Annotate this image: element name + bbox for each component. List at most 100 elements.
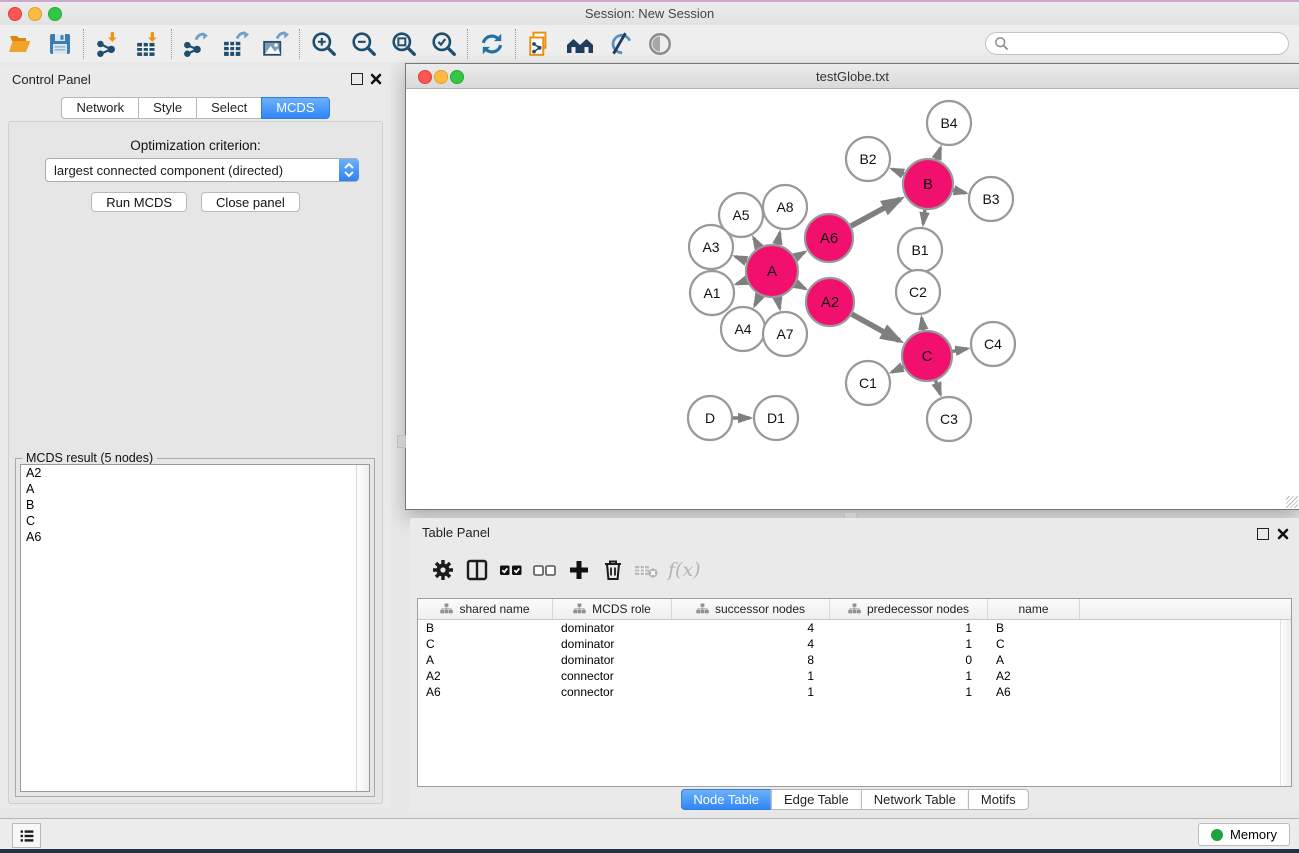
table-row[interactable]: A6connector11A6 [418,684,1291,700]
graph-node-B3[interactable]: B3 [969,177,1013,221]
network-canvas[interactable]: B4B2BB3A5A8A6B1A3AC2A1A2A4A7C4CC1C3DD1 [406,89,1299,509]
table-cell[interactable]: 0 [830,652,988,668]
table-row[interactable]: Adominator80A [418,652,1291,668]
graph-node-A2[interactable]: A2 [806,278,854,326]
table-cell[interactable]: B [418,620,553,636]
mcds-result-item[interactable]: A [21,481,369,497]
run-mcds-button[interactable]: Run MCDS [91,192,187,212]
table-cell[interactable]: dominator [553,636,672,652]
zoom-selected-button[interactable] [424,28,464,60]
table-cell[interactable]: dominator [553,620,672,636]
delete-table-button[interactable] [630,553,664,587]
table-cell[interactable]: A [988,652,1080,668]
graph-node-A3[interactable]: A3 [689,225,733,269]
open-session-button[interactable] [0,28,40,60]
show-columns-button[interactable] [460,553,494,587]
mcds-result-item[interactable]: A2 [21,465,369,481]
column-header[interactable]: predecessor nodes [830,599,988,619]
tab-style[interactable]: Style [138,97,196,119]
close-panel-icon[interactable] [370,73,382,85]
export-table-button[interactable] [216,28,256,60]
graph-edge-B-B3[interactable] [953,190,965,193]
save-session-button[interactable] [40,28,80,60]
clone-network-button[interactable] [520,28,560,60]
deselect-all-button[interactable] [528,553,562,587]
graph-edge-A-A7[interactable] [777,297,779,308]
graph-node-B4[interactable]: B4 [927,101,971,145]
graph-node-B2[interactable]: B2 [846,137,890,181]
tab-network[interactable]: Network [61,97,138,119]
graph-edge-A6-B[interactable] [851,199,900,226]
task-history-button[interactable] [12,823,41,848]
table-cell[interactable]: 8 [672,652,830,668]
graph-edge-B-B1[interactable] [923,210,925,224]
graph-edge-A-A4[interactable] [755,295,760,305]
optimization-criterion-select[interactable]: largest connected component (directed) [45,158,359,182]
memory-button[interactable]: Memory [1198,823,1290,846]
delete-column-button[interactable] [596,553,630,587]
graph-edge-A-A8[interactable] [777,233,779,245]
mcds-result-list[interactable]: A2ABCA6 [20,464,370,792]
close-panel-button[interactable]: Close panel [201,192,300,212]
table-cell[interactable]: 1 [830,620,988,636]
graph-node-A[interactable]: A [746,245,798,297]
list-scrollbar[interactable] [356,465,369,791]
search-input[interactable] [1014,36,1288,52]
tab-node-table[interactable]: Node Table [680,789,771,810]
column-header[interactable]: name [988,599,1080,619]
graph-node-C1[interactable]: C1 [846,361,890,405]
table-row[interactable]: Bdominator41B [418,620,1291,636]
home-button[interactable] [560,28,600,60]
table-cell[interactable]: A [418,652,553,668]
graph-edge-B-B4[interactable] [936,148,940,160]
zoom-in-button[interactable] [304,28,344,60]
graph-edge-A-A1[interactable] [737,280,747,284]
table-cell[interactable]: C [988,636,1080,652]
graph-edge-A-A6[interactable] [795,252,804,257]
float-table-panel-icon[interactable] [1257,528,1269,540]
table-cell[interactable]: connector [553,684,672,700]
graph-edge-A2-C[interactable] [852,314,900,340]
tab-select[interactable]: Select [196,97,261,119]
column-header[interactable]: MCDS role [553,599,672,619]
table-cell[interactable]: 1 [830,684,988,700]
float-panel-icon[interactable] [351,73,363,85]
graph-node-D1[interactable]: D1 [754,396,798,440]
tab-motifs[interactable]: Motifs [968,789,1029,810]
vertical-splitter-handle[interactable] [397,435,406,448]
graph-node-A4[interactable]: A4 [721,307,765,351]
mcds-result-item[interactable]: B [21,497,369,513]
table-cell[interactable]: dominator [553,652,672,668]
import-table-button[interactable] [128,28,168,60]
graph-node-C4[interactable]: C4 [971,322,1015,366]
graph-node-A7[interactable]: A7 [763,312,807,356]
table-cell[interactable]: 4 [672,620,830,636]
graph-edge-C-C1[interactable] [892,367,904,372]
function-builder-button[interactable]: f(x) [668,559,701,581]
table-cell[interactable]: A2 [418,668,553,684]
apply-layout-button[interactable] [472,28,512,60]
window-resize-grip[interactable] [1286,496,1298,508]
show-hide-panels-button[interactable] [640,28,680,60]
graph-node-B[interactable]: B [903,159,953,209]
import-network-button[interactable] [88,28,128,60]
graph-edge-A-A2[interactable] [796,284,805,289]
network-graph[interactable]: B4B2BB3A5A8A6B1A3AC2A1A2A4A7C4CC1C3DD1 [406,89,1297,507]
column-header[interactable]: successor nodes [672,599,830,619]
create-column-button[interactable] [562,553,596,587]
table-scrollbar[interactable] [1280,620,1291,786]
table-row[interactable]: Cdominator41C [418,636,1291,652]
graph-edge-C-C2[interactable] [922,318,924,330]
mcds-result-item[interactable]: C [21,513,369,529]
graph-edge-B-B2[interactable] [892,169,904,174]
table-row[interactable]: A2connector11A2 [418,668,1291,684]
export-image-button[interactable] [256,28,296,60]
graph-node-A6[interactable]: A6 [805,214,853,262]
graph-node-C3[interactable]: C3 [927,397,971,441]
select-stepper[interactable] [339,159,359,181]
graph-node-B1[interactable]: B1 [898,228,942,272]
graph-edge-A-A3[interactable] [735,257,746,262]
table-cell[interactable]: 4 [672,636,830,652]
table-cell[interactable]: C [418,636,553,652]
table-cell[interactable]: A2 [988,668,1080,684]
